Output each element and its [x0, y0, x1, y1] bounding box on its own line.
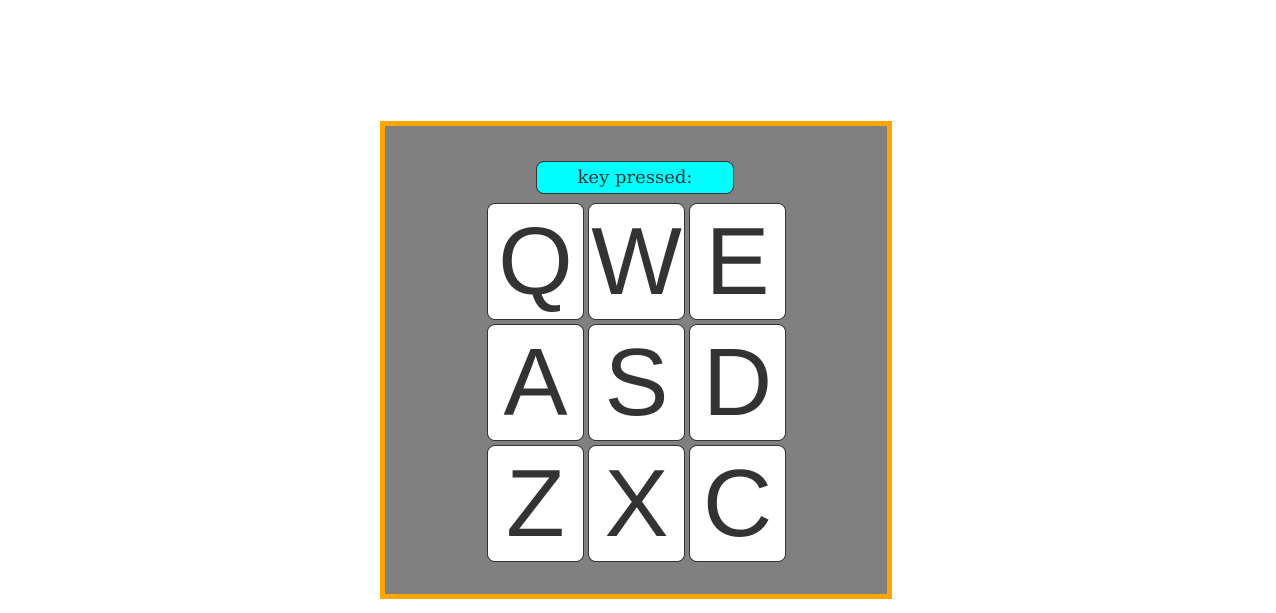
drum-pad-d[interactable]: D [689, 324, 786, 441]
drum-pad-w[interactable]: W [588, 203, 685, 320]
drum-pad-a[interactable]: A [487, 324, 584, 441]
drum-pad-c[interactable]: C [689, 445, 786, 562]
drum-pad-q[interactable]: Q [487, 203, 584, 320]
drum-machine: key pressed: Q W E A S D Z X C [380, 121, 892, 599]
drum-pad-x[interactable]: X [588, 445, 685, 562]
drum-pad-z[interactable]: Z [487, 445, 584, 562]
drum-pad-e[interactable]: E [689, 203, 786, 320]
drum-pad-s[interactable]: S [588, 324, 685, 441]
key-pressed-display: key pressed: [536, 161, 734, 194]
drum-pad-grid: Q W E A S D Z X C [487, 203, 787, 562]
